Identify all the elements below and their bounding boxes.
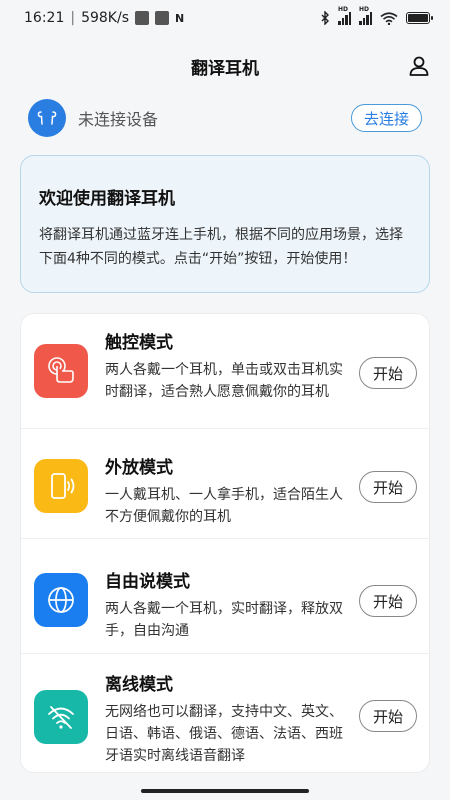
mode-item-touch: 触控模式 两人各戴一个耳机，单击或双击耳机实时翻译，适合熟人愿意佩戴你的耳机 开… [21, 314, 431, 429]
signal-hd-label: HD [359, 5, 370, 13]
device-status: 未连接设备 [78, 110, 159, 129]
globe-icon [34, 573, 88, 627]
home-indicator[interactable] [141, 789, 309, 793]
touch-icon [34, 344, 88, 398]
mode-list: 触控模式 两人各戴一个耳机，单击或双击耳机实时翻译，适合熟人愿意佩戴你的耳机 开… [20, 313, 431, 774]
signal-icon: HD [359, 6, 372, 25]
mode-item-offline: 离线模式 无网络也可以翻译，支持中文、英文、日语、韩语、俄语、德语、法语、西班牙… [21, 654, 431, 774]
status-left: 16:21 | 598K/s N [24, 10, 184, 26]
mode-text: 自由说模式 两人各戴一个耳机，实时翻译，释放双手，自由沟通 [105, 567, 355, 642]
start-button-touch[interactable]: 开始 [359, 357, 417, 389]
mode-text: 离线模式 无网络也可以翻译，支持中文、英文、日语、韩语、俄语、德语、法语、西班牙… [105, 670, 355, 767]
signal-hd-label: HD [338, 5, 349, 13]
signal-icon: HD [338, 6, 351, 25]
mode-item-speaker: 外放模式 一人戴耳机、一人拿手机，适合陌生人不方便佩戴你的耳机 开始 [21, 429, 431, 539]
earbuds-icon [28, 99, 66, 137]
mode-desc: 一人戴耳机、一人拿手机，适合陌生人不方便佩戴你的耳机 [105, 487, 343, 525]
welcome-title: 欢迎使用翻译耳机 [39, 189, 175, 209]
phone-speaker-icon [34, 459, 88, 513]
device-row: 未连接设备 去连接 [28, 99, 422, 137]
mode-title: 触控模式 [105, 333, 173, 353]
bluetooth-icon [321, 11, 329, 25]
welcome-text: 将翻译耳机通过蓝牙连上手机，根据不同的应用场景，选择下面4种不同的模式。点击“开… [39, 227, 403, 267]
battery-icon [406, 12, 433, 24]
status-divider: | [70, 10, 76, 26]
app-header: 翻译耳机 [0, 46, 450, 86]
start-button-free-talk[interactable]: 开始 [359, 585, 417, 617]
wifi-icon [380, 11, 398, 25]
welcome-card: 欢迎使用翻译耳机 将翻译耳机通过蓝牙连上手机，根据不同的应用场景，选择下面4种不… [20, 155, 430, 293]
status-bar: 16:21 | 598K/s N HD HD [0, 0, 450, 36]
nfc-icon: N [175, 11, 185, 25]
status-speed: 598K/s [81, 10, 129, 26]
mode-text: 外放模式 一人戴耳机、一人拿手机，适合陌生人不方便佩戴你的耳机 [105, 453, 355, 528]
mode-desc: 两人各戴一个耳机，单击或双击耳机实时翻译，适合熟人愿意佩戴你的耳机 [105, 362, 343, 400]
page-title: 翻译耳机 [191, 58, 259, 79]
mode-title: 离线模式 [105, 675, 173, 695]
start-button-speaker[interactable]: 开始 [359, 471, 417, 503]
mode-item-free-talk: 自由说模式 两人各戴一个耳机，实时翻译，释放双手，自由沟通 开始 [21, 539, 431, 654]
wifi-off-icon [34, 690, 88, 744]
mode-text: 触控模式 两人各戴一个耳机，单击或双击耳机实时翻译，适合熟人愿意佩戴你的耳机 [105, 328, 355, 403]
notification-icon [135, 11, 149, 25]
mode-desc: 两人各戴一个耳机，实时翻译，释放双手，自由沟通 [105, 601, 343, 639]
mode-title: 自由说模式 [105, 572, 190, 592]
status-right: HD HD [320, 6, 433, 25]
notification-icon [155, 11, 169, 25]
user-icon[interactable] [408, 55, 430, 77]
start-button-offline[interactable]: 开始 [359, 700, 417, 732]
connect-button[interactable]: 去连接 [350, 104, 422, 132]
mode-desc: 无网络也可以翻译，支持中文、英文、日语、韩语、俄语、德语、法语、西班牙语实时离线… [105, 704, 343, 764]
status-time: 16:21 [24, 10, 65, 26]
mode-title: 外放模式 [105, 458, 173, 478]
